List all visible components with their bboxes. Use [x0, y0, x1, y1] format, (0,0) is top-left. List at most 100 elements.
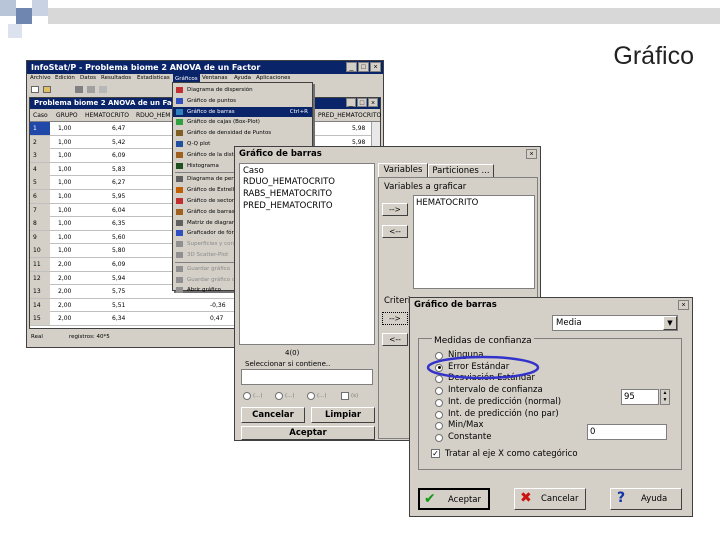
menu-ayuda[interactable]: Ayuda — [234, 75, 251, 81]
print-icon[interactable] — [87, 86, 95, 93]
row-hematocrit-cell[interactable]: 6,09 — [112, 149, 125, 162]
close-button[interactable]: × — [370, 62, 381, 72]
menu-archivo[interactable]: Archivo — [30, 75, 51, 81]
menu-resultados[interactable]: Resultados — [101, 75, 131, 81]
variable-item[interactable]: RABS_HEMATOCRITO — [243, 189, 332, 199]
row-case-cell[interactable]: 10 — [30, 244, 50, 258]
row-hematocrit-cell[interactable]: 6,09 — [112, 258, 125, 271]
help-button[interactable]: ? Ayuda — [610, 488, 682, 510]
child-minimize-button[interactable]: _ — [346, 98, 356, 107]
row-group-cell[interactable]: 2,00 — [58, 285, 71, 298]
minimize-button[interactable]: _ — [346, 62, 357, 72]
dialog1-close-button[interactable]: × — [526, 149, 537, 159]
menu-ventanas[interactable]: Ventanas — [202, 75, 227, 81]
row-case-cell[interactable]: 3 — [30, 149, 50, 163]
new-file-icon[interactable] — [31, 86, 39, 93]
graficos-menu-item[interactable]: Diagrama de dispersión — [173, 85, 312, 96]
col-grupo[interactable]: GRUPO — [56, 109, 78, 122]
row-hematocrit-cell[interactable]: 6,47 — [112, 122, 125, 135]
variable-item[interactable]: Caso — [243, 166, 264, 176]
row-hematocrit-cell[interactable]: 5,83 — [112, 163, 125, 176]
confidence-radio[interactable] — [435, 410, 443, 419]
select-contains-input[interactable] — [241, 369, 373, 385]
graficos-menu-item[interactable]: Gráfico de densidad de Puntos — [173, 128, 312, 139]
row-group-cell[interactable]: 1,00 — [58, 204, 71, 217]
dialog2-close-button[interactable]: × — [678, 300, 689, 310]
graficos-menu-item[interactable]: Gráfico de cajas (Box-Plot) — [173, 117, 312, 128]
row-case-cell[interactable]: 11 — [30, 258, 50, 271]
row-residual-cell[interactable]: 0,47 — [210, 312, 223, 325]
graficos-menu-item[interactable]: Gráfico de puntos — [173, 96, 312, 107]
col-pred[interactable]: PRED_HEMATOCRITO — [318, 109, 381, 122]
filter-checkbox[interactable] — [341, 392, 349, 400]
cut-icon[interactable] — [99, 86, 107, 93]
row-group-cell[interactable]: 2,00 — [58, 312, 71, 325]
row-hematocrit-cell[interactable]: 5,80 — [112, 244, 125, 257]
row-case-cell[interactable]: 5 — [30, 176, 50, 190]
row-group-cell[interactable]: 1,00 — [58, 163, 71, 176]
row-group-cell[interactable]: 1,00 — [58, 231, 71, 244]
maximize-button[interactable]: □ — [358, 62, 369, 72]
menu-datos[interactable]: Datos — [80, 75, 96, 81]
tab-variables[interactable]: Variables — [378, 163, 428, 178]
row-case-cell[interactable]: 6 — [30, 190, 50, 203]
save-icon[interactable] — [75, 86, 83, 93]
menu-aplicaciones[interactable]: Aplicaciones — [256, 75, 290, 81]
row-case-cell[interactable]: 4 — [30, 162, 50, 176]
row-hematocrit-cell[interactable]: 5,75 — [112, 285, 125, 298]
row-hematocrit-cell[interactable]: 6,27 — [112, 176, 125, 189]
categorical-x-checkbox[interactable]: ✓ — [431, 449, 440, 458]
row-case-cell[interactable]: 1 — [30, 122, 50, 135]
row-case-cell[interactable]: 2 — [30, 135, 50, 149]
row-group-cell[interactable]: 1,00 — [58, 244, 71, 257]
row-group-cell[interactable]: 1,00 — [58, 149, 71, 162]
confidence-radio[interactable] — [435, 387, 443, 396]
accept-button[interactable]: Aceptar — [241, 426, 375, 440]
row-case-cell[interactable]: 9 — [30, 230, 50, 244]
col-caso[interactable]: Caso — [33, 109, 48, 122]
row-group-cell[interactable]: 2,00 — [58, 258, 71, 271]
statistic-dropdown[interactable]: Media ▼ — [552, 315, 678, 331]
row-hematocrit-cell[interactable]: 6,04 — [112, 204, 125, 217]
clear-button[interactable]: Limpiar — [311, 407, 375, 423]
row-hematocrit-cell[interactable]: 5,94 — [112, 272, 125, 285]
row-group-cell[interactable]: 1,00 — [58, 176, 71, 189]
ok-button[interactable]: ✔ Aceptar — [418, 488, 490, 510]
row-case-cell[interactable]: 12 — [30, 271, 50, 285]
variable-item[interactable]: PRED_HEMATOCRITO — [243, 201, 333, 211]
chevron-down-icon[interactable]: ▼ — [663, 316, 677, 330]
add-criteria-button[interactable]: --> — [382, 312, 408, 325]
row-hematocrit-cell[interactable]: 5,95 — [112, 190, 125, 203]
cancel-button[interactable]: Cancelar — [241, 407, 305, 423]
selected-variable-item[interactable]: HEMATOCRITO — [416, 198, 478, 208]
child-close-button[interactable]: × — [368, 98, 378, 107]
row-case-cell[interactable]: 7 — [30, 203, 50, 217]
cancel-options-button[interactable]: ✖ Cancelar — [514, 488, 586, 510]
confidence-radio[interactable] — [435, 433, 443, 442]
col-hematocrito[interactable]: HEMATOCRITO — [85, 109, 129, 122]
row-case-cell[interactable]: 13 — [30, 285, 50, 299]
variable-item[interactable]: RDUO_HEMATOCRITO — [243, 177, 335, 187]
row-group-cell[interactable]: 2,00 — [58, 299, 71, 312]
row-case-cell[interactable]: 8 — [30, 217, 50, 231]
row-hematocrit-cell[interactable]: 6,35 — [112, 217, 125, 230]
filter-radio[interactable] — [307, 392, 315, 400]
tab-particiones[interactable]: Particiones ... — [428, 164, 494, 178]
row-group-cell[interactable]: 1,00 — [58, 136, 71, 149]
row-residual-cell[interactable]: -0,36 — [210, 299, 226, 312]
row-hematocrit-cell[interactable]: 5,42 — [112, 136, 125, 149]
menu-edicion[interactable]: Edición — [55, 75, 75, 81]
row-case-cell[interactable]: 15 — [30, 312, 50, 326]
row-pred-cell[interactable]: 5,98 — [352, 122, 365, 135]
confidence-radio[interactable] — [435, 398, 443, 407]
row-group-cell[interactable]: 2,00 — [58, 272, 71, 285]
remove-variable-button[interactable]: <-- — [382, 225, 408, 238]
variables-listbox[interactable]: Caso RDUO_HEMATOCRITO RABS_HEMATOCRITO P… — [239, 163, 375, 345]
row-group-cell[interactable]: 1,00 — [58, 190, 71, 203]
add-variable-button[interactable]: --> — [382, 203, 408, 216]
confidence-radio[interactable] — [435, 422, 443, 431]
confidence-level-input[interactable]: 95 — [621, 389, 659, 405]
row-hematocrit-cell[interactable]: 5,51 — [112, 299, 125, 312]
filter-radio[interactable] — [275, 392, 283, 400]
child-maximize-button[interactable]: □ — [357, 98, 367, 107]
